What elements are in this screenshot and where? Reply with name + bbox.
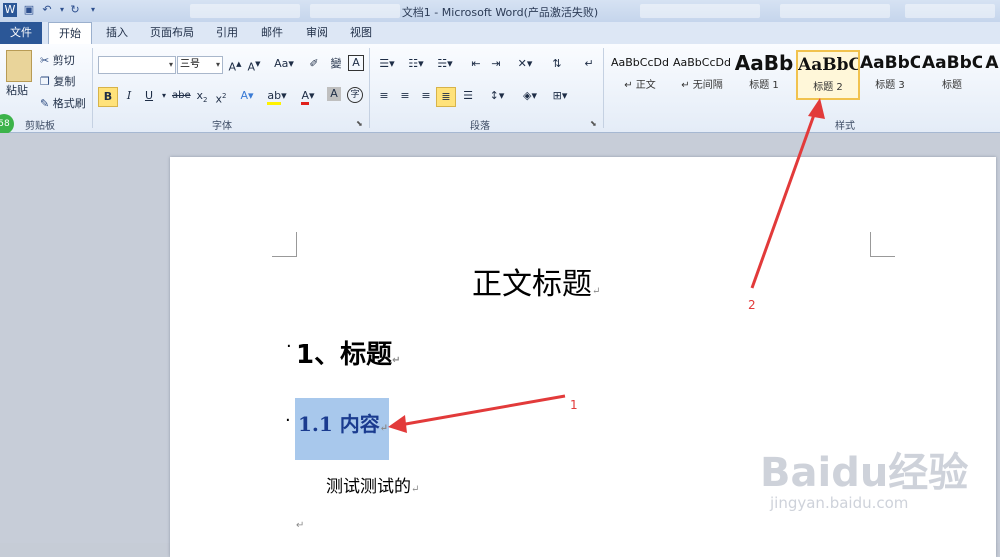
arrow-2-head <box>808 98 825 119</box>
watermark-logo: Baidu经验 <box>760 450 969 496</box>
annotation-label-2: 2 <box>748 298 756 312</box>
baidu-watermark: Baidu经验 jingyan.baidu.com <box>760 440 990 530</box>
annotation-label-1: 1 <box>570 398 578 412</box>
arrow-2 <box>750 111 817 289</box>
arrow-1-head <box>388 415 407 433</box>
arrow-1 <box>399 394 566 427</box>
